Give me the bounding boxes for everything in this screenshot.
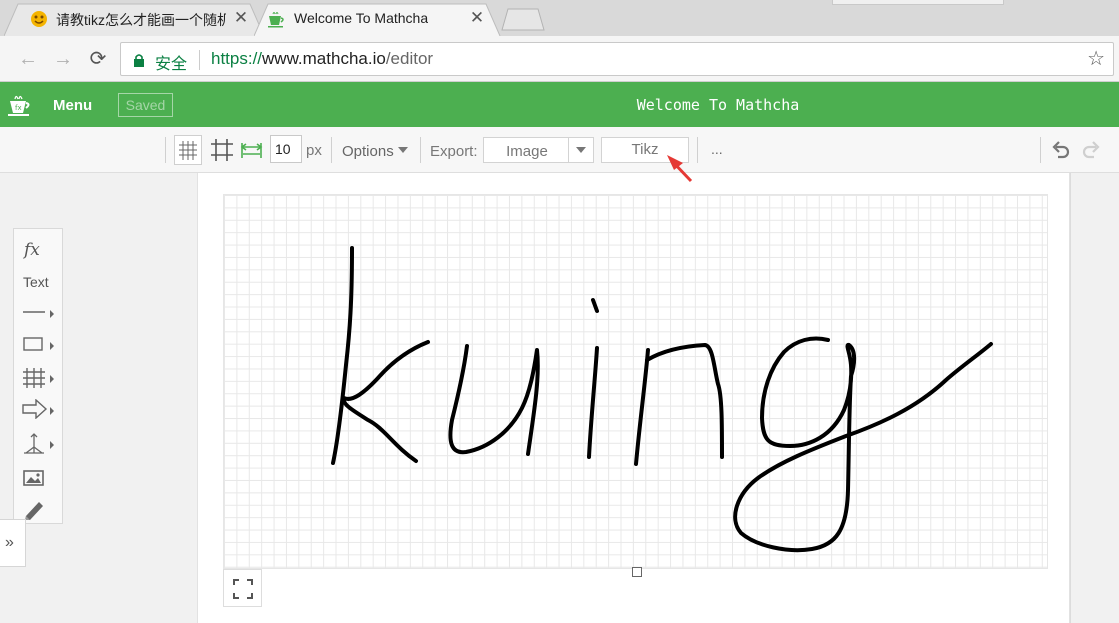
window-decoration xyxy=(832,0,1004,5)
axes-icon xyxy=(24,433,44,454)
arrow-shape-icon xyxy=(22,399,48,419)
math-fx-tool[interactable]: fx xyxy=(24,240,40,260)
url-text: https://www.mathcha.io/editor xyxy=(211,49,433,69)
vertical-scrollbar[interactable] xyxy=(1070,173,1119,623)
grid-unit-label: px xyxy=(306,142,322,159)
double-chevron-right-icon: » xyxy=(5,534,14,551)
secure-label: 安全 xyxy=(155,56,188,73)
toolbar-divider xyxy=(331,137,332,163)
text-tool[interactable]: Text xyxy=(23,274,49,290)
tab-title: Welcome To Mathcha xyxy=(294,10,429,26)
browser-tab-strip: 请教tikz怎么才能画一个随机 ✕ Welcome To Mathcha ✕ xyxy=(0,0,1119,36)
undo-icon[interactable] xyxy=(1050,139,1072,161)
close-icon[interactable]: ✕ xyxy=(468,9,486,27)
export-tikz-button[interactable]: Tikz xyxy=(601,137,689,163)
browser-toolbar: ← → ⟳ 安全 https://www.mathcha.io/editor ☆ xyxy=(0,36,1119,82)
editor-toolbar: 10 px Options Export: Image Tikz ... xyxy=(0,127,1119,173)
expand-panel-button[interactable]: » xyxy=(0,519,26,567)
grid-spacing-button[interactable] xyxy=(238,135,266,165)
url-path: /editor xyxy=(385,49,434,68)
close-icon[interactable]: ✕ xyxy=(232,9,250,27)
address-bar[interactable]: 安全 https://www.mathcha.io/editor ☆ xyxy=(120,42,1114,76)
tab-title: 请教tikz怎么才能画一个随机 xyxy=(56,12,226,28)
more-button[interactable]: ... xyxy=(711,141,723,157)
chevron-right-icon xyxy=(50,375,54,383)
grid-size-input[interactable]: 10 xyxy=(270,135,302,163)
drawing-canvas[interactable] xyxy=(223,194,1048,569)
kuing-face-icon xyxy=(30,10,48,28)
url-scheme: https:// xyxy=(211,49,263,68)
options-dropdown[interactable]: Options xyxy=(342,143,408,160)
grid-icon xyxy=(23,368,45,388)
toolbar-divider xyxy=(165,137,166,163)
mathcha-teacup-icon xyxy=(266,10,284,28)
chevron-right-icon xyxy=(50,407,54,415)
toolbar-divider xyxy=(1040,137,1041,163)
line-tool[interactable] xyxy=(14,297,62,327)
workspace xyxy=(0,173,1119,623)
export-image-label: Image xyxy=(506,143,548,160)
grid-toggle-button[interactable] xyxy=(174,135,202,165)
resize-handle[interactable] xyxy=(632,567,642,577)
snap-grid-button[interactable] xyxy=(208,135,236,165)
separator xyxy=(199,50,200,70)
chevron-down-icon xyxy=(576,147,586,153)
chevron-right-icon xyxy=(50,441,54,449)
grid-icon xyxy=(179,141,197,160)
export-image-button[interactable]: Image xyxy=(483,137,594,163)
axes-tool[interactable] xyxy=(14,428,62,458)
line-icon xyxy=(23,311,45,313)
document-title[interactable]: Welcome To Mathcha xyxy=(0,96,1119,114)
tool-palette: fx Text xyxy=(13,228,63,524)
screen: 请教tikz怎么才能画一个随机 ✕ Welcome To Mathcha ✕ ←… xyxy=(0,0,1119,623)
reload-icon[interactable]: ⟳ xyxy=(86,48,110,70)
back-arrow-icon[interactable]: ← xyxy=(16,48,40,70)
image-icon xyxy=(23,470,44,486)
arrow-tool[interactable] xyxy=(14,394,62,424)
browser-tab-inactive[interactable]: 请教tikz怎么才能画一个随机 ✕ xyxy=(4,2,266,36)
browser-tab-active[interactable]: Welcome To Mathcha ✕ xyxy=(254,2,502,36)
app-header: fx Menu Saved Welcome To Mathcha xyxy=(0,82,1119,127)
toolbar-divider xyxy=(697,137,698,163)
fullscreen-icon xyxy=(233,579,253,599)
chevron-right-icon xyxy=(50,342,54,350)
new-tab-button[interactable] xyxy=(500,8,546,32)
grid-tool[interactable] xyxy=(14,362,62,392)
image-tool[interactable] xyxy=(14,463,62,493)
fullscreen-button[interactable] xyxy=(223,569,262,607)
horizontal-resize-icon xyxy=(240,143,263,158)
export-image-dropdown[interactable] xyxy=(568,138,593,162)
rectangle-icon xyxy=(23,337,43,351)
options-label: Options xyxy=(342,143,394,160)
toolbar-divider xyxy=(420,137,421,163)
url-host: www.mathcha.io xyxy=(262,49,386,68)
lock-icon xyxy=(134,54,144,67)
grid-snap-icon xyxy=(211,139,233,161)
forward-arrow-icon[interactable]: → xyxy=(51,48,75,70)
rectangle-tool[interactable] xyxy=(14,329,62,359)
pencil-icon xyxy=(25,502,43,520)
chevron-right-icon xyxy=(50,310,54,318)
export-label: Export: xyxy=(430,143,478,160)
bookmark-star-icon[interactable]: ☆ xyxy=(1087,49,1105,69)
chevron-down-icon xyxy=(397,147,408,153)
redo-icon[interactable] xyxy=(1080,139,1102,161)
